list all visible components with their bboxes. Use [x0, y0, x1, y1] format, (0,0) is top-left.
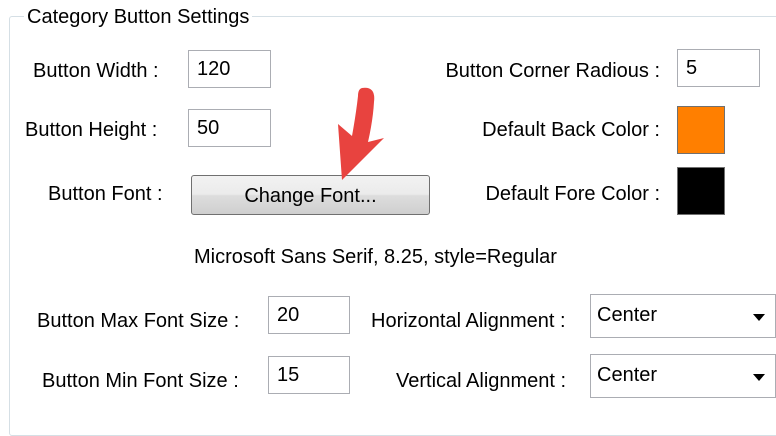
corner-radius-input[interactable]: 5	[677, 49, 760, 87]
max-font-size-label: Button Max Font Size :	[37, 310, 240, 332]
button-height-input[interactable]: 50	[188, 109, 271, 147]
button-height-label: Button Height :	[25, 119, 158, 141]
horizontal-alignment-select[interactable]: Center	[590, 294, 776, 338]
horizontal-alignment-value: Center	[597, 304, 658, 326]
min-font-size-input[interactable]: 15	[268, 356, 350, 394]
button-width-input[interactable]: 120	[188, 50, 271, 88]
vertical-alignment-label: Vertical Alignment :	[396, 370, 567, 392]
button-font-label: Button Font :	[48, 183, 163, 205]
annotation-arrow-icon	[338, 87, 384, 180]
min-font-size-label: Button Min Font Size :	[42, 370, 239, 392]
group-title: Category Button Settings	[24, 6, 253, 28]
back-color-swatch[interactable]	[677, 106, 725, 154]
button-width-label: Button Width :	[33, 60, 159, 82]
font-description-text: Microsoft Sans Serif, 8.25, style=Regula…	[194, 246, 557, 268]
chevron-down-icon	[753, 374, 765, 381]
back-color-label: Default Back Color :	[482, 119, 660, 141]
fore-color-swatch[interactable]	[677, 167, 725, 215]
vertical-alignment-value: Center	[597, 364, 658, 386]
corner-radius-label: Button Corner Radious :	[445, 60, 660, 82]
vertical-alignment-select[interactable]: Center	[590, 354, 776, 398]
max-font-size-input[interactable]: 20	[268, 296, 350, 334]
horizontal-alignment-label: Horizontal Alignment :	[371, 310, 566, 332]
fore-color-label: Default Fore Color :	[485, 183, 660, 205]
chevron-down-icon	[753, 314, 765, 321]
